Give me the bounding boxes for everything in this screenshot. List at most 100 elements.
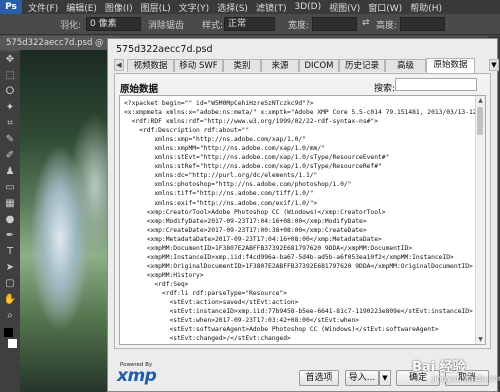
raw-xml-line: <stEvt:action>saved</stEvt:action> [124, 299, 299, 307]
options-bar: 羽化: 0 像素 消除锯齿 样式: 正常 宽度: ⇄ 高度: [0, 14, 500, 35]
tab-scroll-left-icon[interactable]: ◀ [114, 59, 124, 71]
pen-tool-icon[interactable]: ✒ [0, 228, 20, 244]
xmp-wordmark: xmp [117, 366, 157, 386]
raw-xml-line: <stEvt:changed>/</stEvt:changed> [124, 335, 291, 343]
height-label: 高度: [376, 21, 398, 31]
stamp-tool-icon[interactable]: ♟ [0, 164, 20, 180]
search-label: 搜索: [374, 84, 396, 94]
tab-categories[interactable]: 类别 [223, 59, 261, 72]
tab-history[interactable]: 历史记录 [339, 59, 385, 72]
photoshop-menubar: Ps 文件(F) 编辑(E) 图像(I) 图层(L) 文字(Y) 选择(S) 滤… [0, 0, 500, 14]
foreground-color-swatch[interactable] [4, 328, 13, 337]
scroll-down-icon[interactable]: ▼ [476, 335, 485, 344]
antialias-checkbox[interactable]: 消除锯齿 [148, 18, 184, 31]
raw-xml-textarea[interactable]: <?xpacket begin="" id="W5M0MpCehiHzreSzN… [119, 95, 486, 345]
menu-view[interactable]: 视图(V) [329, 1, 360, 14]
style-label: 样式: [202, 21, 224, 31]
tools-panel: ✥ ⬚ ⵔ ✦ ⌗ ✎ ✐ ♟ ▭ ▦ ● ✒ T ➤ ▢ ✋ ⌕ [0, 52, 20, 392]
eraser-tool-icon[interactable]: ▭ [0, 180, 20, 196]
style-select[interactable]: 正常 [224, 17, 275, 31]
raw-xml-line: <stEvt:instanceID>xmp.iid:77b9458-b5ee-6… [124, 308, 473, 316]
menu-image[interactable]: 图像(I) [105, 1, 133, 14]
raw-data-panel: 原始数据 搜索: <?xpacket begin="" id="W5M0MpCe… [114, 73, 491, 349]
feather-input[interactable]: 0 像素 [86, 17, 141, 31]
swap-icon[interactable]: ⇄ [362, 18, 370, 28]
import-chevron-down-icon[interactable]: ▼ [379, 370, 391, 386]
menu-type[interactable]: 文字(Y) [179, 1, 210, 14]
raw-xml-line: <stEvt:when>2017-09-23T17:03:42+08:00</s… [124, 317, 360, 325]
eyedropper-tool-icon[interactable]: ✎ [0, 132, 20, 148]
vertical-scrollbar[interactable]: ▲ ▼ [475, 96, 485, 344]
raw-xml-line: xmlns:xmpMM="http://ns.adobe.com/xap/1.0… [124, 145, 325, 153]
zoom-tool-icon[interactable]: ⌕ [0, 308, 20, 324]
raw-xml-line: <xmp:MetadataDate>2017-09-23T17:04:16+08… [124, 235, 382, 243]
search-input[interactable] [395, 78, 477, 91]
watermark-text: Bai 经验 [412, 360, 466, 375]
xmp-logo: Powered By xmp [117, 362, 163, 386]
tab-video-data[interactable]: 视频数据 [127, 59, 174, 72]
menu-window[interactable]: 窗口(W) [368, 1, 402, 14]
wand-tool-icon[interactable]: ✦ [0, 100, 20, 116]
tab-origin[interactable]: 来源 [261, 59, 299, 72]
raw-xml-line: <rdf:Description rdf:about="" [124, 127, 250, 135]
gradient-tool-icon[interactable]: ▦ [0, 196, 20, 212]
raw-xml-line: <stEvt:softwareAgent>Adobe Photoshop CC … [124, 326, 439, 334]
scroll-thumb[interactable] [477, 107, 483, 135]
scroll-up-icon[interactable]: ▲ [476, 96, 485, 105]
menu-file[interactable]: 文件(F) [28, 1, 58, 14]
watermark-sub: jingyan.baidu.com [432, 374, 500, 383]
raw-xml-line: xmlns:xmp="http://ns.adobe.com/xap/1.0/" [124, 136, 306, 144]
raw-xml-lines: <?xpacket begin="" id="W5M0MpCehiHzreSzN… [124, 99, 486, 344]
dodge-tool-icon[interactable]: ● [0, 212, 20, 228]
import-button[interactable]: 导入... [345, 370, 379, 386]
brush-tool-icon[interactable]: ✐ [0, 148, 20, 164]
raw-xml-line: <xmpMM:History> [124, 271, 204, 279]
feather-label: 羽化: [60, 21, 82, 31]
shape-tool-icon[interactable]: ▢ [0, 276, 20, 292]
move-tool-icon[interactable]: ✥ [0, 52, 20, 68]
panel-heading: 原始数据 [120, 84, 159, 95]
crop-tool-icon[interactable]: ⌗ [0, 116, 20, 132]
raw-xml-line: <xmpMM:DocumentID>1F3807E2ABFFB37392E681… [124, 244, 413, 252]
photoshop-logo: Ps [0, 0, 22, 14]
raw-xml-line: xmlns:stRef="http://ns.adobe.com/xap/1.0… [124, 163, 382, 171]
raw-xml-line: xmlns:tiff="http://ns.adobe.com/tiff/1.0… [124, 190, 314, 198]
raw-xml-line: xmlns:stEvt="http://ns.adobe.com/xap/1.0… [124, 154, 390, 162]
raw-xml-line: <x:xmpmeta xmlns:x="adobe:ns:meta/" x:xm… [124, 109, 486, 117]
width-input[interactable] [312, 17, 357, 31]
width-label: 宽度: [288, 21, 310, 31]
dialog-title: 575d322aecc7d.psd [116, 44, 213, 55]
lasso-tool-icon[interactable]: ⵔ [0, 84, 20, 100]
menu-select[interactable]: 选择(S) [217, 1, 248, 14]
menu-edit[interactable]: 编辑(E) [66, 1, 97, 14]
path-select-tool-icon[interactable]: ➤ [0, 260, 20, 276]
marquee-tool-icon[interactable]: ⬚ [0, 68, 20, 84]
document-tab[interactable]: 575d322aecc7d.psd @ 50% [0, 36, 120, 50]
hand-tool-icon[interactable]: ✋ [0, 292, 20, 308]
raw-xml-line: <rdf:li rdf:parseType="Resource"> [124, 289, 288, 297]
tab-bar: ◀ 视频数据 移动 SWF 类别 来源 DICOM 历史记录 高级 原始数据 ▼ [114, 58, 499, 73]
file-info-dialog: 575d322aecc7d.psd ◀ 视频数据 移动 SWF 类别 来源 DI… [107, 38, 499, 392]
preferences-button[interactable]: 首选项 [299, 370, 339, 386]
tab-raw-data[interactable]: 原始数据 [426, 58, 475, 73]
type-tool-icon[interactable]: T [0, 244, 20, 260]
raw-xml-line: xmlns:photoshop="http://ns.adobe.com/pho… [124, 181, 352, 189]
raw-xml-line: xmlns:exif="http://ns.adobe.com/exif/1.0… [124, 199, 318, 207]
height-input[interactable] [400, 17, 445, 31]
tab-advanced[interactable]: 高级 [385, 59, 426, 72]
raw-xml-line: <xmp:CreatorTool>Adobe Photoshop CC (Win… [124, 208, 386, 216]
raw-xml-line: <xmp:CreateDate>2017-09-23T17:00:38+08:0… [124, 226, 367, 234]
menu-help[interactable]: 帮助(H) [410, 1, 442, 14]
tab-mobile-swf[interactable]: 移动 SWF [174, 59, 223, 72]
raw-xml-line: <rdf:Seq> [124, 280, 189, 288]
background-color-swatch[interactable] [8, 339, 17, 348]
document-canvas[interactable] [20, 50, 120, 392]
raw-xml-line: <xmpMM:OriginalDocumentID>1F3807E2ABFFB3… [124, 262, 473, 270]
raw-xml-line: <xmpMM:InstanceID>xmp.iid:f4cd996a-ba67-… [124, 253, 454, 261]
menu-layer[interactable]: 图层(L) [141, 1, 171, 14]
menu-filter[interactable]: 滤镜(T) [256, 1, 287, 14]
menu-3d[interactable]: 3D(D) [294, 2, 321, 12]
tab-dicom[interactable]: DICOM [299, 59, 339, 72]
raw-xml-line: xmlns:dc="http://purl.org/dc/elements/1.… [124, 172, 318, 180]
tab-menu-chevron-down-icon[interactable]: ▼ [489, 59, 499, 71]
